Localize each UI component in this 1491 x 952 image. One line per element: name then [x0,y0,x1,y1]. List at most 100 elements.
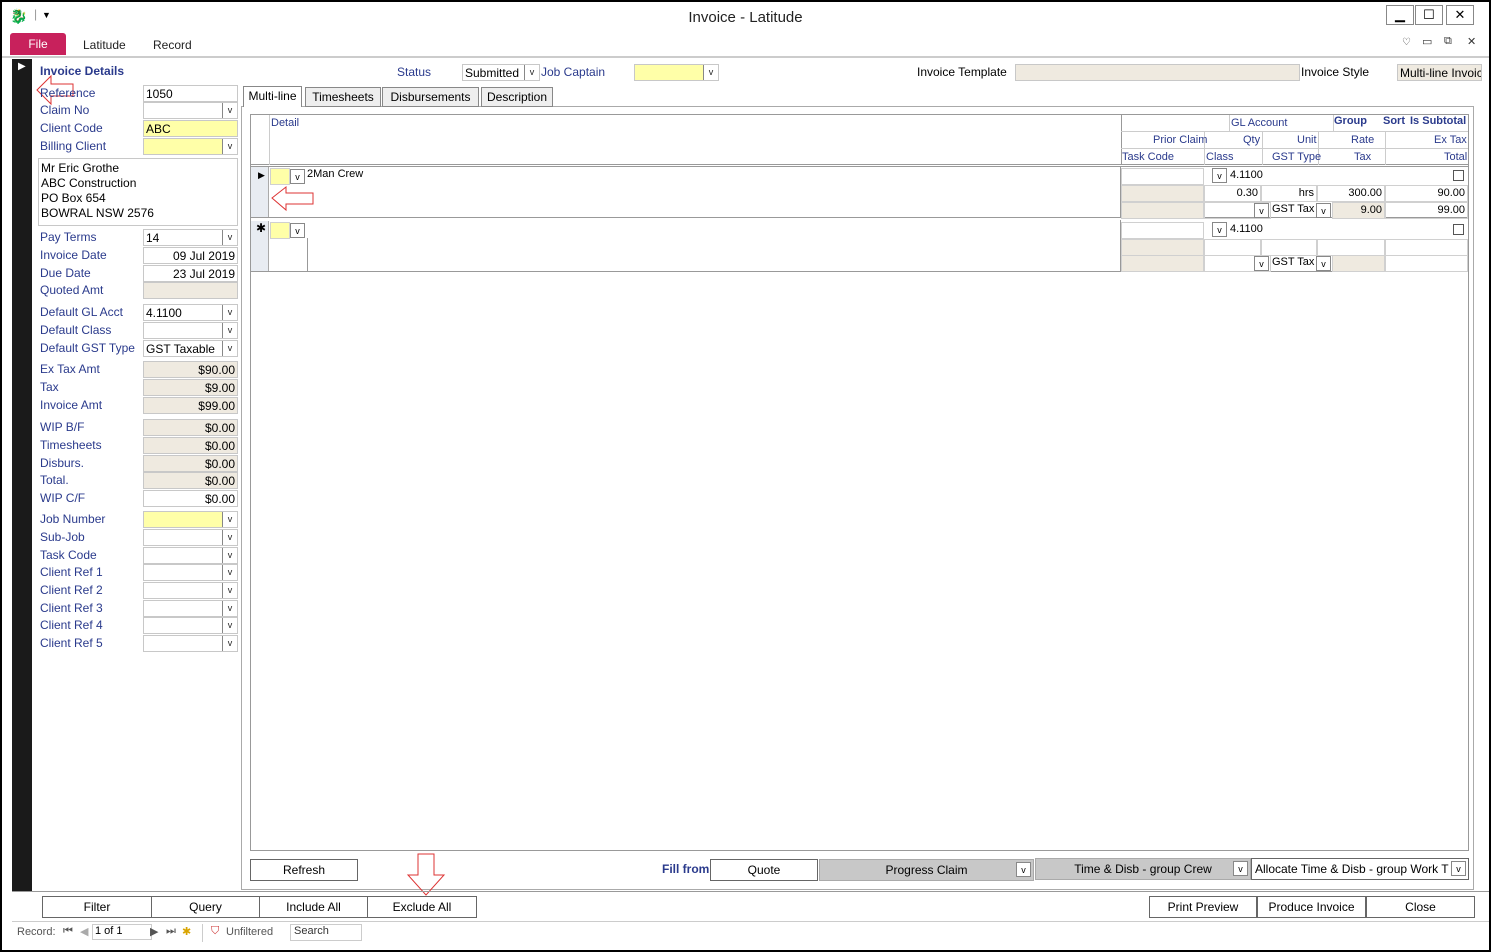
claim-no-select[interactable]: v [143,102,238,119]
job-captain-select[interactable]: v [634,64,719,81]
task-code-select[interactable]: v [143,547,238,564]
search-input[interactable]: Search [290,924,362,941]
task-code-cell[interactable] [1121,168,1204,185]
app-window: 🐉 | ▼ Invoice - Latitude ▁ ☐ ✕ File Lati… [0,0,1491,952]
client-ref5-select[interactable]: v [143,635,238,652]
ribbon-collapse-icon[interactable]: ♡ [1402,37,1411,48]
window-title: Invoice - Latitude [688,9,803,26]
class-dropdown[interactable]: v [1254,203,1269,218]
total-label: Total. [40,473,69,487]
task-code-field[interactable] [1121,202,1204,219]
chevron-down-icon: v [222,512,237,527]
gst-dropdown[interactable]: v [1316,256,1331,271]
query-button[interactable]: Query [151,896,260,918]
invoice-style-field[interactable]: Multi-line Invoic [1397,64,1482,81]
minimize-button[interactable]: ▁ [1386,5,1414,25]
chevron-down-icon: v [222,341,237,356]
col-group: Group [1334,115,1367,127]
reference-field[interactable]: 1050 [143,85,238,102]
unit-cell[interactable] [1261,239,1317,256]
allocate-time-disb-select[interactable]: Allocate Time & Disb - group Work T v [1251,858,1469,880]
doc-restore-icon[interactable]: ⧉ [1444,35,1452,48]
due-date-field[interactable]: 23 Jul 2019 [143,265,238,282]
tab-timesheets[interactable]: Timesheets [305,87,381,107]
progress-claim-select[interactable]: Progress Claim v [819,859,1034,881]
invoice-date-field[interactable]: 09 Jul 2019 [143,247,238,264]
tab-multi-line[interactable]: Multi-line [243,86,302,107]
gst-dropdown[interactable]: v [1316,203,1331,218]
quote-button[interactable]: Quote [710,859,818,881]
qty-cell[interactable] [1204,239,1261,256]
tab-record[interactable]: Record [153,38,192,52]
address-line: Mr Eric Grothe [41,161,120,175]
col-prior-claim: Prior Claim [1153,134,1208,146]
time-disb-crew-select[interactable]: Time & Disb - group Crew v [1035,858,1251,880]
print-preview-button[interactable]: Print Preview [1149,896,1257,918]
line-type-field[interactable] [270,222,290,239]
include-all-button[interactable]: Include All [259,896,368,918]
chevron-down-icon: v [1451,861,1466,876]
invoice-template-field[interactable] [1015,64,1300,81]
client-ref2-select[interactable]: v [143,582,238,599]
default-gst-select[interactable]: GST Taxable v [143,340,238,357]
previous-record-icon[interactable]: ◀ [80,925,88,938]
filter-button[interactable]: Filter [42,896,152,918]
last-record-icon[interactable]: ⏭ [166,925,176,938]
col-tax: Tax [1354,151,1372,163]
line-type-dropdown[interactable]: v [290,169,305,184]
next-record-icon[interactable]: ▶ [150,925,158,938]
client-ref4-select[interactable]: v [143,617,238,634]
class-dropdown[interactable]: v [1254,256,1269,271]
is-subtotal-checkbox[interactable] [1453,224,1464,235]
task-code-cell[interactable] [1121,222,1204,239]
tab-disbursements[interactable]: Disbursements [382,87,479,107]
reference-label: Reference [40,86,96,100]
rate-cell[interactable] [1317,239,1385,256]
default-class-select[interactable]: v [143,322,238,339]
tab-latitude[interactable]: Latitude [83,38,126,52]
tab-description[interactable]: Description [481,87,553,107]
file-tab[interactable]: File [10,33,66,55]
record-number-input[interactable]: 1 of 1 [92,924,152,940]
col-is-subtotal: Is Subtotal [1410,115,1467,127]
col-class: Class [1206,151,1234,163]
doc-close-icon[interactable]: ✕ [1467,35,1476,48]
line-type-field[interactable] [270,168,290,185]
gl-dropdown[interactable]: v [1212,168,1227,183]
is-subtotal-checkbox[interactable] [1453,170,1464,181]
record-selector-bar[interactable]: ▶ [12,59,32,891]
refresh-button[interactable]: Refresh [250,859,358,881]
billing-client-select[interactable]: v [143,138,238,155]
sub-job-select[interactable]: v [143,529,238,546]
prior-claim-cell [1121,239,1204,256]
task-code-field[interactable] [1121,255,1204,272]
close-window-button[interactable]: ✕ [1446,5,1474,25]
client-address[interactable]: Mr Eric Grothe ABC Construction PO Box 6… [38,158,238,226]
rate-cell[interactable]: 300.00 [1317,185,1385,202]
chevron-down-icon: v [222,139,237,154]
qty-cell[interactable]: 0.30 [1204,185,1261,202]
new-record-icon[interactable]: ✱ [182,925,191,938]
default-gl-select[interactable]: 4.1100 v [143,304,238,321]
client-ref3-select[interactable]: v [143,600,238,617]
pay-terms-select[interactable]: 14 v [143,229,238,246]
col-task-code: Task Code [1122,151,1174,163]
status-select[interactable]: Submitted v [462,64,540,81]
unit-cell[interactable]: hrs [1261,185,1317,202]
gl-account-cell[interactable]: 4.1100 [1228,222,1332,239]
detail-text[interactable]: 2Man Crew [307,168,363,180]
gl-dropdown[interactable]: v [1212,222,1227,237]
maximize-button[interactable]: ☐ [1415,5,1443,25]
filter-state[interactable]: Unfiltered [226,926,273,938]
first-record-icon[interactable]: ⏮ [63,925,73,938]
job-number-select[interactable]: v [143,511,238,528]
exclude-all-button[interactable]: Exclude All [367,896,477,918]
produce-invoice-button[interactable]: Produce Invoice [1257,896,1366,918]
close-button[interactable]: Close [1366,896,1475,918]
gl-account-cell[interactable]: 4.1100 [1228,168,1332,185]
client-code-field[interactable]: ABC [143,120,238,137]
total-cell: 99.00 [1385,202,1468,219]
doc-minimize-icon[interactable]: ▭ [1422,35,1432,48]
line-type-dropdown[interactable]: v [290,223,305,238]
client-ref1-select[interactable]: v [143,564,238,581]
